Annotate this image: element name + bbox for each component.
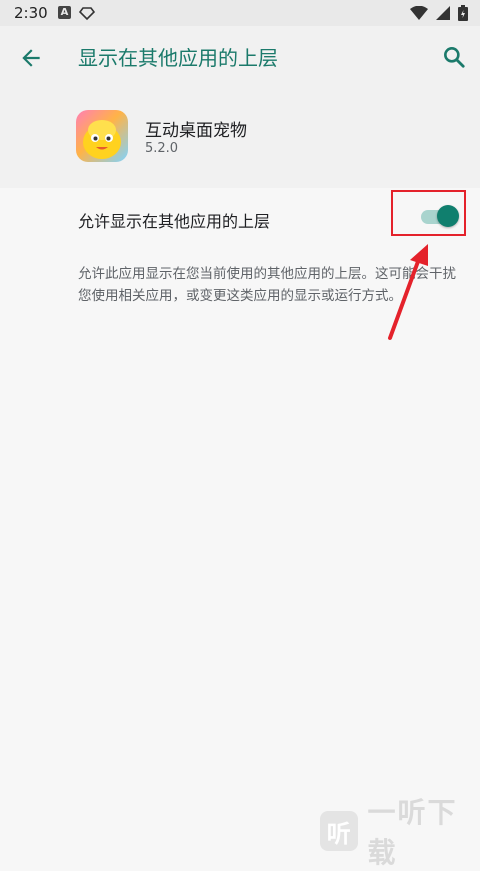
watermark-text: 一听下载: [368, 791, 480, 871]
diamond-icon: [79, 5, 95, 21]
app-version: 5.2.0: [145, 141, 178, 156]
annotation-arrow-icon: [380, 238, 440, 348]
signal-icon: [436, 6, 450, 20]
status-right-icons: [410, 5, 468, 21]
status-bar: 2:30 A: [0, 0, 480, 26]
a-badge-icon: A: [58, 6, 71, 19]
page-title: 显示在其他应用的上层: [78, 42, 278, 71]
back-arrow-icon[interactable]: [18, 45, 44, 71]
watermark: 听 一听下载: [320, 811, 480, 851]
watermark-badge: 听: [320, 811, 358, 851]
app-name: 互动桌面宠物: [145, 116, 247, 141]
status-time: 2:30: [14, 4, 48, 22]
battery-icon: [458, 5, 468, 21]
overlay-permission-label: 允许显示在其他应用的上层: [78, 208, 270, 232]
search-icon[interactable]: [441, 44, 467, 70]
app-icon: [76, 110, 128, 162]
wifi-icon: [410, 6, 428, 20]
app-header: 显示在其他应用的上层 互动桌面宠物 5.2.0: [0, 26, 480, 188]
annotation-highlight-box: [391, 190, 466, 236]
